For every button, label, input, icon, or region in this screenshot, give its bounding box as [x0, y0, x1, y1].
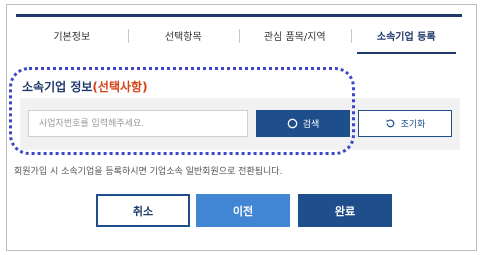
tab-label: 기본정보	[53, 32, 91, 43]
previous-button[interactable]: 이전	[196, 194, 290, 227]
tab-label: 선택항목	[164, 32, 202, 43]
reset-icon	[385, 118, 396, 129]
tab-label: 소속기업 등록	[376, 32, 436, 43]
registration-notice: 회원가입 시 소속기업을 등록하시면 기업소속 일반회원으로 전환됩니다.	[14, 167, 283, 177]
complete-button[interactable]: 완료	[298, 194, 392, 227]
search-button-label: 검색	[302, 120, 320, 130]
reset-button-label: 조기화	[400, 120, 426, 130]
step-tabs: 기본정보 선택항목 관심 품목/지역 소속기업 등록	[16, 14, 462, 54]
tab-company-registration[interactable]: 소속기업 등록	[350, 17, 463, 54]
section-title: 소속기업 정보(선택사항)	[22, 78, 148, 95]
tab-interest-region[interactable]: 관심 품목/지역	[239, 17, 351, 54]
section-title-text: 소속기업 정보	[22, 80, 93, 94]
search-button[interactable]: 검색	[256, 110, 350, 137]
tab-basic-info[interactable]: 기본정보	[16, 17, 128, 54]
cancel-button[interactable]: 취소	[96, 194, 190, 227]
reset-button[interactable]: 조기화	[358, 110, 452, 137]
search-icon	[287, 118, 298, 129]
tab-optional-items[interactable]: 선택항목	[127, 17, 240, 54]
optional-tag: (선택사항)	[92, 80, 148, 94]
tab-label: 관심 품목/지역	[263, 32, 326, 43]
business-number-input[interactable]	[28, 110, 248, 137]
